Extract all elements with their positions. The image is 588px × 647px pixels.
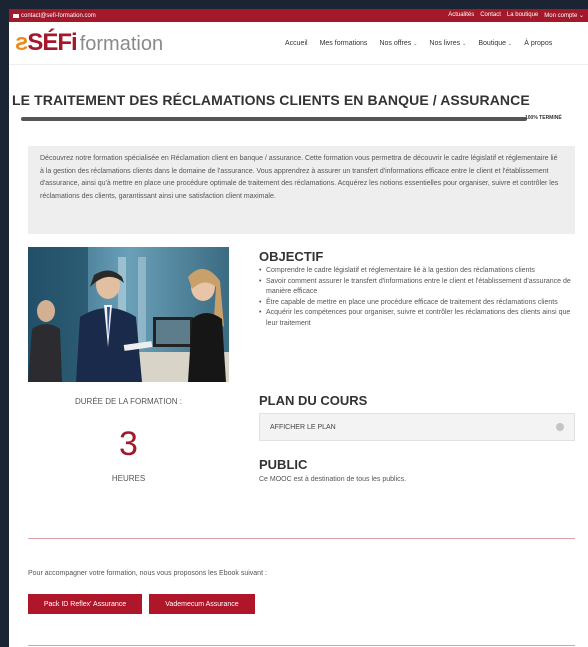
business-meeting-illustration <box>28 247 229 382</box>
chevron-down-icon: ⌄ <box>508 41 513 47</box>
top-link-shop[interactable]: La boutique <box>507 12 538 19</box>
course-photo <box>28 247 229 382</box>
plan-title: PLAN DU COURS <box>259 393 368 408</box>
nav-item-books[interactable]: Nos livres ⌄ <box>429 40 466 47</box>
ebook-intro-text: Pour accompagner votre formation, nous v… <box>28 570 267 577</box>
top-link-account[interactable]: Mon compte ⌄ <box>544 12 584 19</box>
nav-item-offers[interactable]: Nos offres ⌄ <box>379 40 417 47</box>
list-item: Acquérir les compétences pour organiser,… <box>259 308 581 329</box>
main-nav: Accueil Mes formations Nos offres ⌄ Nos l… <box>285 22 552 65</box>
ebook-vademecum-button[interactable]: Vademecum Assurance <box>149 594 255 614</box>
objective-title: OBJECTIF <box>259 249 324 264</box>
page-title: LE TRAITEMENT DES RÉCLAMATIONS CLIENTS E… <box>12 92 530 108</box>
nav-item-my-courses[interactable]: Mes formations <box>320 40 368 47</box>
public-title: PUBLIC <box>259 457 308 472</box>
public-text: Ce MOOC est à destination de tous les pu… <box>259 476 407 483</box>
page: contact@sefi-formation.com Actualités Co… <box>9 9 588 647</box>
list-item: Comprendre le cadre législatif et réglem… <box>259 266 581 277</box>
site-logo[interactable]: ƨSÉFi formation <box>15 29 163 57</box>
chevron-down-icon: ⌄ <box>462 41 467 47</box>
logo-word: formation <box>79 33 164 55</box>
duration-label: DURÉE DE LA FORMATION : <box>75 397 182 406</box>
expand-icon <box>556 423 564 431</box>
progress-label: 100% TERMINÉ <box>525 115 562 121</box>
top-links: Actualités Contact La boutique Mon compt… <box>448 12 584 19</box>
nav-item-about[interactable]: À propos <box>524 40 552 47</box>
logo-brand: ƨSÉFi <box>15 29 78 56</box>
top-bar: contact@sefi-formation.com Actualités Co… <box>9 9 588 22</box>
show-plan-toggle[interactable]: AFFICHER LE PLAN <box>259 413 575 441</box>
chevron-down-icon: ⌄ <box>413 41 418 47</box>
top-link-news[interactable]: Actualités <box>448 12 474 19</box>
course-intro: Découvrez notre formation spécialisée en… <box>28 146 575 234</box>
contact-email: contact@sefi-formation.com <box>21 12 96 19</box>
progress-bar <box>21 117 527 121</box>
divider <box>28 538 575 539</box>
duration-value: 3 <box>119 425 138 463</box>
duration-unit: HEURES <box>111 474 146 483</box>
list-item: Être capable de mettre en place une proc… <box>259 298 581 309</box>
contact-email-link[interactable]: contact@sefi-formation.com <box>13 13 96 19</box>
envelope-icon <box>13 13 19 18</box>
nav-item-home[interactable]: Accueil <box>285 40 308 47</box>
ebook-pack-id-reflex-button[interactable]: Pack ID Reflex' Assurance <box>28 594 142 614</box>
nav-item-shop[interactable]: Boutique ⌄ <box>478 40 512 47</box>
show-plan-label: AFFICHER LE PLAN <box>270 423 336 431</box>
site-header: ƨSÉFi formation Accueil Mes formations N… <box>9 22 588 65</box>
top-link-contact[interactable]: Contact <box>480 12 501 19</box>
divider <box>28 645 575 646</box>
list-item: Savoir comment assurer le transfert d'in… <box>259 277 581 298</box>
objective-list: Comprendre le cadre législatif et réglem… <box>259 266 581 329</box>
